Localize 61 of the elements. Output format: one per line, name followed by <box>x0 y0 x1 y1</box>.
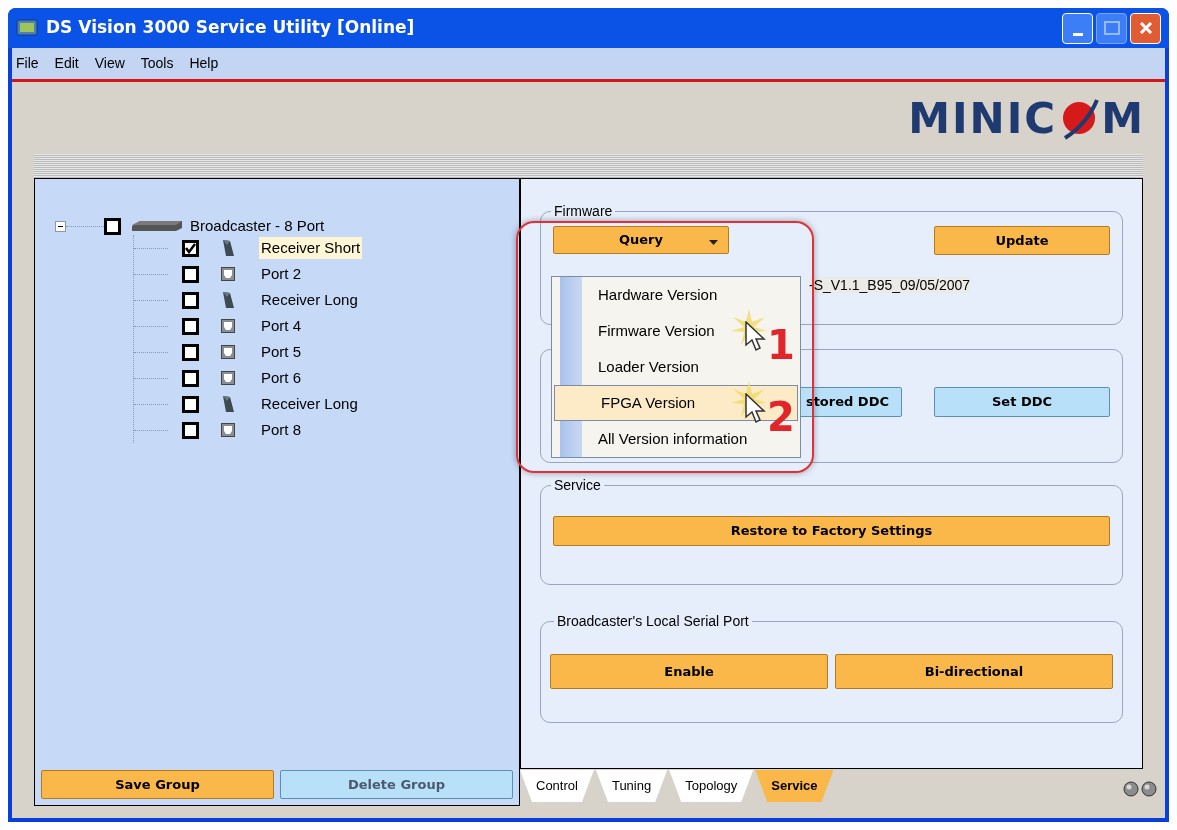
app-icon <box>16 19 38 37</box>
dropdown-caret-icon <box>709 240 718 245</box>
port-icon <box>221 371 235 385</box>
tree-item[interactable]: Receiver Long <box>259 392 360 416</box>
group-title: Broadcaster's Local Serial Port <box>556 612 750 631</box>
checkbox[interactable] <box>182 395 199 413</box>
port-icon <box>221 345 235 359</box>
checkbox[interactable] <box>182 265 199 283</box>
serial-button[interactable]: Bi-directional <box>835 654 1113 689</box>
menu-item[interactable]: Edit <box>54 53 79 74</box>
maximize-button[interactable] <box>1096 12 1127 44</box>
minimize-button[interactable] <box>1062 12 1093 44</box>
group-button[interactable]: Save Group <box>41 770 274 799</box>
checkbox[interactable] <box>182 317 199 335</box>
tree-item[interactable]: Port 6 <box>259 366 304 390</box>
menu-item[interactable]: File <box>16 53 39 74</box>
checkbox[interactable] <box>104 217 121 235</box>
group-button[interactable]: Delete Group <box>280 770 513 799</box>
port-icon <box>221 423 235 437</box>
menu-item[interactable]: View <box>94 53 125 74</box>
query-button[interactable]: Query <box>553 226 729 254</box>
window-title: DS Vision 3000 Service Utility [Online] <box>46 16 415 40</box>
tab[interactable]: Tuning <box>595 770 668 802</box>
close-icon <box>1137 20 1154 36</box>
switch-icon <box>130 220 184 232</box>
receiver-icon <box>221 291 235 309</box>
tree-item[interactable]: Receiver Short <box>259 236 363 260</box>
tab[interactable]: Service <box>755 770 834 802</box>
checkbox[interactable] <box>182 291 199 309</box>
close-button[interactable] <box>1130 12 1161 44</box>
tab[interactable]: Control <box>520 770 594 802</box>
checkbox[interactable] <box>182 369 199 387</box>
logo-text: MINIC <box>908 92 1058 145</box>
ddc-button[interactable]: Set DDC <box>934 387 1110 417</box>
cursor-icon <box>745 321 767 353</box>
update-button[interactable]: Update <box>934 226 1110 255</box>
port-icon <box>221 319 235 333</box>
checkbox[interactable] <box>182 239 199 257</box>
receiver-icon <box>221 239 235 257</box>
collapse-toggle[interactable] <box>55 220 66 232</box>
cursor-icon <box>745 393 767 425</box>
tree-item[interactable]: Port 4 <box>259 314 304 338</box>
group-title: Service <box>553 476 602 495</box>
port-icon <box>221 267 235 281</box>
tree-item[interactable]: Port 8 <box>259 418 304 442</box>
status-led-icon <box>1123 781 1139 797</box>
tree-item[interactable]: Port 2 <box>259 262 304 286</box>
tree-item[interactable]: Receiver Long <box>259 288 360 312</box>
menu-item[interactable]: Help <box>189 53 219 74</box>
status-led-icon <box>1141 781 1157 797</box>
tree-item[interactable]: Broadcaster - 8 Port <box>188 214 327 238</box>
checkbox[interactable] <box>182 421 199 439</box>
restore-factory-button[interactable]: Restore to Factory Settings <box>553 516 1110 546</box>
tab[interactable]: Topology <box>669 770 754 802</box>
serial-button[interactable]: Enable <box>550 654 828 689</box>
tree-item[interactable]: Port 5 <box>259 340 304 364</box>
logo-text: M <box>1101 92 1145 145</box>
menu-item[interactable]: Tools <box>140 53 174 74</box>
receiver-icon <box>221 395 235 413</box>
checkbox[interactable] <box>182 343 199 361</box>
group-title: Firmware <box>553 202 614 221</box>
